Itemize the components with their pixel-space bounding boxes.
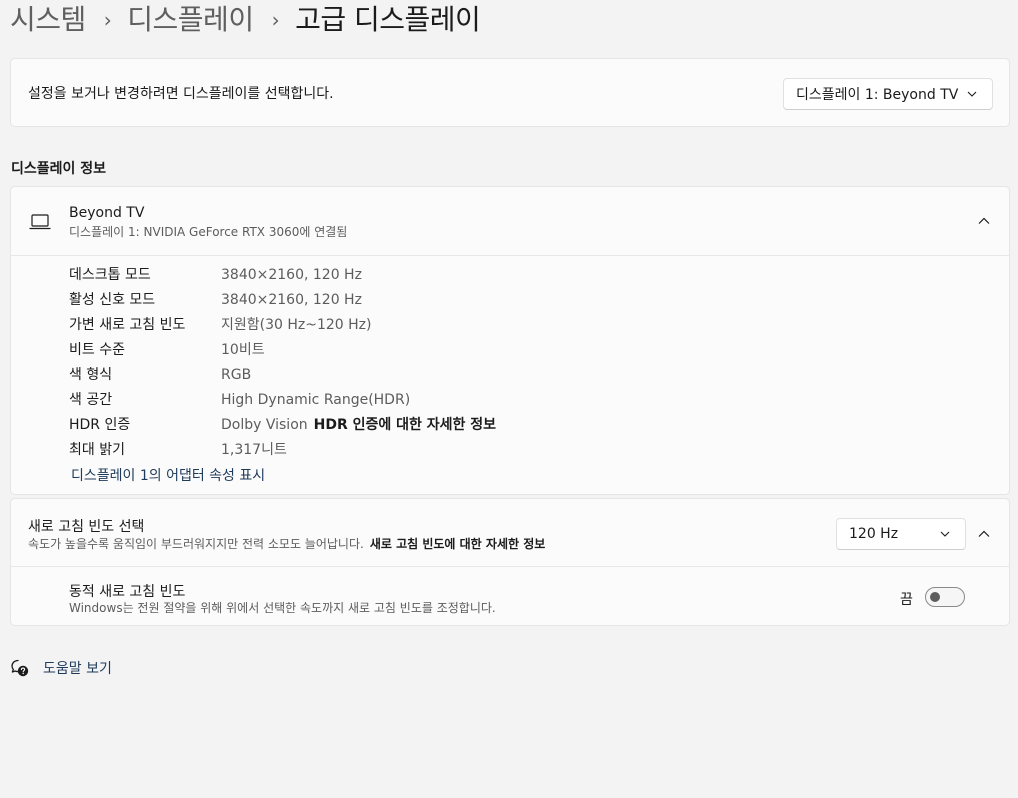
help-icon bbox=[11, 659, 29, 677]
breadcrumb-separator: › bbox=[103, 8, 112, 32]
refresh-rate-title: 새로 고침 빈도 선택 bbox=[28, 519, 145, 535]
display-info-card: Beyond TV 디스플레이 1: NVIDIA GeForce RTX 30… bbox=[10, 186, 1010, 495]
dynamic-refresh-toggle[interactable] bbox=[925, 587, 965, 607]
spec-value: 10비트 bbox=[221, 342, 265, 358]
display-select-value: 디스플레이 1: Beyond TV bbox=[796, 87, 959, 103]
refresh-rate-dropdown[interactable]: 120 Hz bbox=[836, 518, 966, 550]
spec-label: 최대 밝기 bbox=[69, 442, 125, 458]
display-name: Beyond TV bbox=[69, 205, 145, 221]
divider bbox=[11, 566, 1009, 567]
chevron-up-icon[interactable] bbox=[977, 527, 991, 541]
toggle-state-label: 끔 bbox=[900, 592, 913, 608]
spec-value: High Dynamic Range(HDR) bbox=[221, 392, 411, 408]
page-title: 고급 디스플레이 bbox=[295, 3, 481, 36]
refresh-rate-value: 120 Hz bbox=[849, 526, 899, 542]
breadcrumb: 시스템 › 디스플레이 › 고급 디스플레이 bbox=[10, 0, 481, 40]
spec-value: 지원함(30 Hz~120 Hz) bbox=[221, 317, 372, 333]
spec-value: 3840×2160, 120 Hz bbox=[221, 267, 362, 283]
help-link[interactable]: 도움말 보기 bbox=[10, 656, 112, 680]
spec-label: 가변 새로 고침 빈도 bbox=[69, 317, 186, 333]
dynamic-refresh-subtitle: Windows는 전원 절약을 위해 위에서 선택한 속도까지 새로 고침 빈도… bbox=[69, 601, 496, 615]
spec-value-group: Dolby Vision HDR 인증에 대한 자세한 정보 bbox=[221, 413, 496, 437]
spec-label: 활성 신호 모드 bbox=[69, 292, 156, 308]
spec-label: HDR 인증 bbox=[69, 417, 131, 433]
toggle-knob bbox=[930, 592, 940, 602]
monitor-icon bbox=[29, 214, 51, 230]
spec-value: RGB bbox=[221, 367, 252, 383]
breadcrumb-item-system[interactable]: 시스템 bbox=[10, 0, 86, 40]
breadcrumb-separator: › bbox=[271, 8, 280, 32]
select-display-text: 설정을 보거나 변경하려면 디스플레이를 선택합니다. bbox=[28, 86, 334, 102]
chevron-up-icon[interactable] bbox=[977, 214, 991, 228]
chevron-down-icon bbox=[967, 91, 977, 97]
adapter-properties-link[interactable]: 디스플레이 1의 어댑터 속성 표시 bbox=[71, 465, 265, 485]
display-info-header[interactable]: Beyond TV 디스플레이 1: NVIDIA GeForce RTX 30… bbox=[11, 187, 1009, 256]
spec-value: Dolby Vision bbox=[221, 417, 308, 433]
chevron-down-icon bbox=[940, 531, 950, 537]
spec-label: 데스크톱 모드 bbox=[69, 267, 151, 283]
dynamic-refresh-title: 동적 새로 고침 빈도 bbox=[69, 584, 186, 600]
help-link-label: 도움말 보기 bbox=[43, 661, 112, 677]
display-select-dropdown[interactable]: 디스플레이 1: Beyond TV bbox=[783, 78, 993, 110]
refresh-rate-info-link[interactable]: 새로 고침 빈도에 대한 자세한 정보 bbox=[370, 537, 545, 551]
section-title-display-info: 디스플레이 정보 bbox=[11, 161, 107, 177]
select-display-card: 설정을 보거나 변경하려면 디스플레이를 선택합니다. 디스플레이 1: Bey… bbox=[10, 58, 1010, 127]
spec-label: 색 형식 bbox=[69, 367, 113, 383]
breadcrumb-item-display[interactable]: 디스플레이 bbox=[127, 0, 254, 40]
refresh-rate-subtitle: 속도가 높을수록 움직임이 부드러워지지만 전력 소모도 늘어납니다. bbox=[28, 537, 364, 551]
hdr-info-link[interactable]: HDR 인증에 대한 자세한 정보 bbox=[314, 417, 496, 433]
spec-label: 비트 수준 bbox=[69, 342, 125, 358]
refresh-rate-subtitle-group: 속도가 높을수록 움직임이 부드러워지지만 전력 소모도 늘어납니다. 새로 고침… bbox=[28, 535, 545, 552]
display-connection-subtitle: 디스플레이 1: NVIDIA GeForce RTX 3060에 연결됨 bbox=[69, 225, 348, 239]
spec-label: 색 공간 bbox=[69, 392, 113, 408]
spec-value: 3840×2160, 120 Hz bbox=[221, 292, 362, 308]
refresh-rate-card: 새로 고침 빈도 선택 속도가 높을수록 움직임이 부드러워지지만 전력 소모도… bbox=[10, 498, 1010, 626]
spec-value: 1,317니트 bbox=[221, 442, 287, 458]
